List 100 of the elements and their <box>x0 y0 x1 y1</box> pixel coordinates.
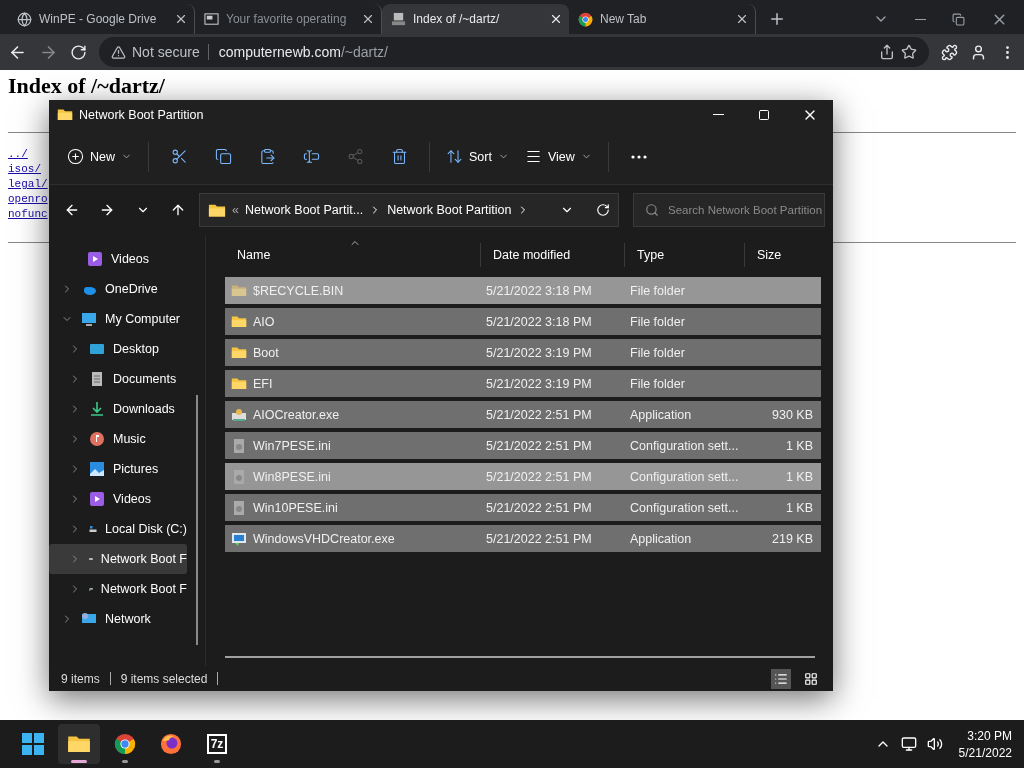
warning-icon <box>111 44 126 60</box>
nav-item[interactable]: Pictures <box>49 454 187 484</box>
minimize-icon <box>712 114 724 115</box>
nav-item[interactable]: OneDrive <box>49 274 187 304</box>
column-header[interactable]: Name <box>225 243 480 267</box>
new-button[interactable]: New <box>61 139 138 174</box>
globe-icon <box>17 11 32 27</box>
nav-label: Pictures <box>113 462 159 476</box>
clock-date[interactable]: 5/21/2022 <box>958 745 1012 760</box>
breadcrumb-item[interactable]: Network Boot Partit... <box>245 203 364 217</box>
file-row[interactable]: Win10PESE.ini 5/21/2022 2:51 PM Configuration sett... 1 KB <box>225 494 821 521</box>
nav-item[interactable]: Local Disk (C:) <box>49 514 187 544</box>
file-type: File folder <box>630 314 685 329</box>
grid-icon <box>804 671 818 686</box>
overflow-crumb[interactable]: « <box>232 203 239 217</box>
url-path: /~dartz/ <box>340 44 388 60</box>
nav-label: Music <box>113 432 146 446</box>
taskbar-button[interactable] <box>58 724 100 764</box>
restore-icon[interactable] <box>952 12 965 26</box>
breadcrumb-item[interactable]: Network Boot Partition <box>387 203 512 217</box>
refresh-icon[interactable] <box>596 203 610 217</box>
list-icon <box>774 671 788 686</box>
horizontal-scrollbar[interactable] <box>225 656 815 658</box>
close-icon[interactable] <box>361 12 375 26</box>
directory-link[interactable]: nofunc <box>8 207 48 222</box>
directory-link[interactable]: openro <box>8 192 48 207</box>
file-type: Application <box>630 407 692 422</box>
firefox-icon <box>160 733 182 755</box>
search-field[interactable]: Search Network Boot Partition <box>633 193 825 227</box>
file-row[interactable]: WindowsVHDCreator.exe 5/21/2022 2:51 PM Application 219 KB <box>225 525 821 552</box>
folder-icon <box>231 346 247 359</box>
extensions-icon[interactable] <box>941 43 958 61</box>
column-header[interactable]: Date modified <box>481 243 624 267</box>
file-type: Configuration sett... <box>630 500 739 515</box>
nav-label: My Computer <box>105 312 181 326</box>
new-tab-icon[interactable] <box>768 10 786 28</box>
nav-item[interactable]: My Computer <box>49 304 187 334</box>
file-date: 5/21/2022 2:51 PM <box>486 469 592 484</box>
nav-label: Network <box>105 612 151 626</box>
nav-item[interactable]: Music <box>49 424 187 454</box>
nav-label: Desktop <box>113 342 159 356</box>
profile-icon[interactable] <box>970 43 987 61</box>
nav-item[interactable]: Videos <box>49 484 187 514</box>
share-icon[interactable] <box>879 44 895 60</box>
nav-item[interactable]: Videos <box>49 244 187 274</box>
browser-tab[interactable]: Index of /~dartz/ <box>382 4 569 34</box>
file-row[interactable]: AIO 5/21/2022 3:18 PM File folder <box>225 308 821 335</box>
chrome-icon <box>578 11 593 27</box>
details-view-button[interactable] <box>771 668 791 689</box>
nav-item[interactable]: Downloads <box>49 394 187 424</box>
nav-label: Network Boot F <box>100 582 187 596</box>
address-bar[interactable]: Not secure computernewb.com/~dartz/ <box>99 37 929 67</box>
close-icon[interactable] <box>174 12 188 26</box>
folder-icon <box>208 202 227 218</box>
sort-button[interactable]: Sort <box>440 139 515 174</box>
scrollbar[interactable] <box>196 395 198 645</box>
nav-item[interactable]: Network <box>49 604 187 634</box>
video-icon <box>89 491 105 507</box>
file-row[interactable]: EFI 5/21/2022 3:19 PM File folder <box>225 370 821 397</box>
close-icon[interactable] <box>735 12 749 26</box>
taskbar-button[interactable]: 7z <box>196 724 238 764</box>
breadcrumb-bar[interactable]: « Network Boot Partit... Network Boot Partition <box>199 193 619 227</box>
music-icon <box>89 431 105 447</box>
clock-time[interactable]: 3:20 PM <box>967 728 1012 743</box>
file-row[interactable]: AIOCreator.exe 5/21/2022 2:51 PM Application 930 KB <box>225 401 821 428</box>
file-size: 1 KB <box>785 438 813 453</box>
column-header[interactable]: Type <box>625 243 744 267</box>
directory-link[interactable]: ../ <box>8 147 28 162</box>
file-name: Win10PESE.ini <box>253 500 338 515</box>
directory-link[interactable]: isos/ <box>8 162 41 177</box>
network-icon[interactable] <box>900 736 917 752</box>
nav-item[interactable]: Documents <box>49 364 187 394</box>
file-date: 5/21/2022 3:18 PM <box>486 314 592 329</box>
file-name: AIOCreator.exe <box>253 407 340 422</box>
file-row[interactable]: Win7PESE.ini 5/21/2022 2:51 PM Configuration sett... 1 KB <box>225 432 821 459</box>
nav-label: Videos <box>111 252 149 266</box>
close-icon[interactable] <box>549 12 563 26</box>
windows-logo-icon <box>22 733 44 755</box>
file-type: File folder <box>630 283 685 298</box>
reload-icon[interactable] <box>70 43 87 61</box>
file-size: 219 KB <box>772 531 813 546</box>
nav-item[interactable]: Desktop <box>49 334 187 364</box>
file-type: File folder <box>630 376 685 391</box>
nav-label: Local Disk (C:) <box>105 522 187 536</box>
file-date: 5/21/2022 3:19 PM <box>486 345 592 360</box>
nav-item[interactable]: Network Boot F <box>49 574 187 604</box>
settings-file-icon <box>231 468 247 485</box>
bookmark-icon[interactable] <box>901 44 917 60</box>
view-button[interactable]: View <box>518 139 598 174</box>
column-header[interactable]: Size <box>745 243 819 267</box>
file-name: WindowsVHDCreator.exe <box>253 531 395 546</box>
directory-link[interactable]: legal/ <box>8 177 48 192</box>
picture-icon <box>89 461 105 477</box>
file-row[interactable]: Boot 5/21/2022 3:19 PM File folder <box>225 339 821 366</box>
file-name: Win8PESE.ini <box>253 469 331 484</box>
chrome-icon <box>114 733 136 755</box>
volume-icon[interactable] <box>926 736 943 752</box>
file-name: $RECYCLE.BIN <box>253 283 344 298</box>
file-size: 1 KB <box>785 500 813 515</box>
nav-item[interactable]: Network Boot F <box>49 544 187 574</box>
